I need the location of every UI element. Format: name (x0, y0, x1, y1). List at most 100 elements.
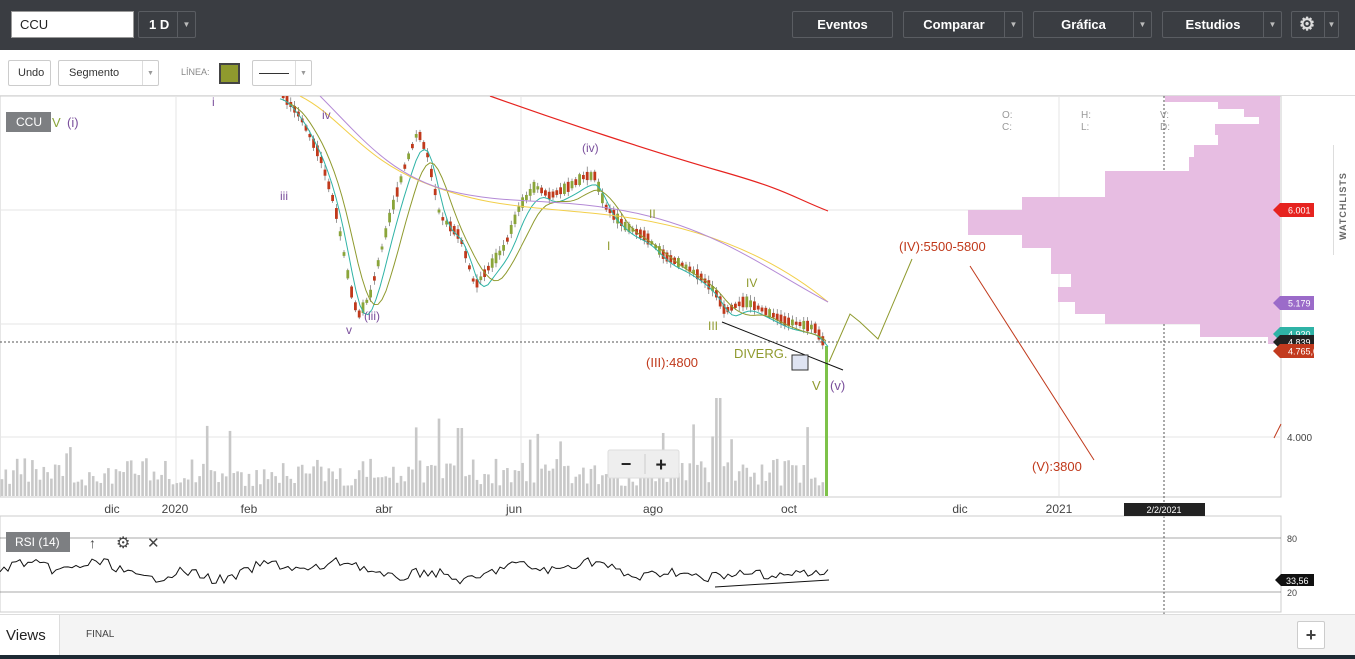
candle-body (582, 174, 585, 180)
ma-red-line (489, 96, 829, 212)
wave-label-v-top: V (52, 115, 61, 130)
rsi-close-icon[interactable]: ✕ (147, 535, 160, 552)
final-tab[interactable]: FINAL (86, 629, 114, 640)
wave-label-iii-small: iii (280, 189, 288, 203)
candle-body (734, 303, 737, 308)
zoom-in-button[interactable]: + (646, 451, 679, 477)
candle-body (498, 250, 502, 256)
undo-button[interactable]: Undo (8, 60, 51, 86)
volume-profile-bar (1200, 323, 1280, 337)
volume-bar (703, 467, 707, 496)
volume-profile-bar (1022, 197, 1280, 211)
volume-bar (802, 465, 806, 496)
volume-bar (357, 470, 361, 496)
candle-body (365, 299, 369, 303)
wave-label-i-small: i (212, 96, 215, 109)
volume-bar (456, 428, 460, 496)
wave-label-III: III (708, 319, 718, 333)
volume-bar (274, 476, 277, 496)
volume-bar (426, 466, 429, 496)
candle-body (802, 320, 806, 330)
time-axis-label: 2020 (162, 502, 189, 516)
candle-body (430, 168, 433, 178)
volume-bar (791, 465, 794, 496)
candle-body (806, 320, 809, 332)
volume-bar (259, 484, 262, 496)
candle-body (525, 194, 528, 200)
volume-bar (194, 482, 198, 496)
volume-bar (0, 479, 4, 496)
volume-bar (293, 483, 296, 496)
volume-bar (297, 466, 300, 496)
symbol-search-input[interactable] (11, 11, 134, 38)
candle-body (578, 174, 581, 185)
time-axis-label: dic (104, 502, 119, 516)
volume-bar (243, 485, 247, 496)
studies-button[interactable]: Estudios ▼ (1162, 11, 1282, 38)
price-chart[interactable]: dic 2020 feb abr jun ago oct dic 2021 6.001 5.179 4… (0, 96, 1355, 614)
volume-bar (821, 482, 825, 496)
volume-bar (190, 459, 194, 496)
candle-body (384, 228, 388, 238)
volume-bar (145, 458, 148, 496)
views-tab[interactable]: Views (0, 615, 60, 655)
volume-bar (133, 473, 137, 496)
candle-body (760, 307, 764, 312)
line-style-select[interactable]: ▼ (252, 60, 312, 86)
volume-bar (783, 461, 787, 496)
chevron-down-icon: ▼ (1004, 12, 1022, 37)
volume-bar (794, 465, 798, 496)
candle-body (639, 229, 642, 238)
volume-bar (756, 484, 760, 496)
volume-bar (289, 478, 293, 496)
candle-body (403, 164, 407, 169)
volume-bar (711, 436, 714, 496)
volume-bar (517, 470, 521, 496)
volume-bar (433, 465, 437, 496)
candle-body (395, 187, 399, 197)
volume-bar (129, 460, 133, 496)
zoom-out-button[interactable]: − (609, 451, 644, 477)
watchlists-tab[interactable]: WATCHLISTS (1333, 145, 1355, 255)
chart-type-button[interactable]: Gráfica ▼ (1033, 11, 1152, 38)
candle-body (346, 270, 350, 279)
wave-label-v-paren: (v) (830, 378, 845, 393)
drawing-tool-select[interactable]: Segmento ▼ (58, 60, 159, 86)
settings-button[interactable]: ⚙ ▼ (1291, 11, 1339, 38)
wave-label-IV: IV (746, 276, 757, 290)
rsi-settings-gear-icon[interactable]: ⚙ (116, 535, 130, 552)
line-color-swatch[interactable] (219, 63, 240, 84)
candle-body (373, 276, 376, 281)
candle-body (331, 194, 334, 202)
volume-bar (536, 433, 540, 496)
volume-bar (471, 459, 475, 496)
compare-button[interactable]: Comparar ▼ (903, 11, 1023, 38)
volume-bar (487, 474, 490, 496)
volume-bar (715, 398, 718, 496)
volume-bar (707, 482, 711, 496)
symbol-badge: CCU (6, 112, 51, 132)
volume-bar (718, 398, 722, 496)
volume-bar (4, 469, 8, 496)
line-label: LÍNEA: (181, 67, 210, 77)
candle-body (380, 246, 384, 250)
volume-bar (160, 474, 163, 496)
events-label: Eventos (817, 17, 868, 32)
volume-bar (692, 424, 695, 496)
interval-select[interactable]: 1 D ▼ (138, 11, 196, 38)
wave-label-V: V (812, 378, 821, 393)
volume-bar (12, 470, 15, 496)
chevron-down-icon: ▼ (1263, 12, 1281, 37)
price-tag: 6.001 (1273, 203, 1314, 217)
candle-body (756, 305, 760, 310)
volume-bar (247, 473, 251, 496)
volume-bars (0, 346, 828, 496)
add-view-button[interactable]: + (1297, 621, 1325, 649)
volume-bar (319, 466, 323, 496)
volume-bar (380, 477, 384, 496)
candle-body (737, 301, 741, 307)
rsi-move-up-icon[interactable]: ↑ (89, 535, 96, 551)
volume-bar (730, 439, 733, 496)
volume-bar (50, 478, 53, 496)
events-button[interactable]: Eventos (792, 11, 893, 38)
